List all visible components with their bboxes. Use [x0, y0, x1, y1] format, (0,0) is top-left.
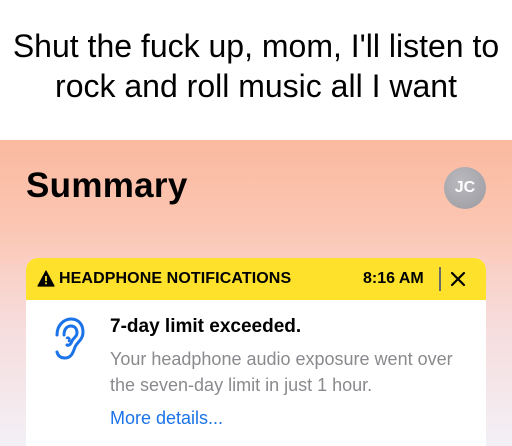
ear-icon: [55, 317, 85, 360]
notification-category: HEADPHONE NOTIFICATIONS: [59, 270, 292, 287]
page-title: Summary: [26, 166, 188, 205]
close-icon[interactable]: [448, 269, 468, 289]
more-details-link[interactable]: More details...: [110, 408, 223, 429]
notification-header: HEADPHONE NOTIFICATIONS 8:16 AM: [26, 258, 486, 300]
notification-card[interactable]: HEADPHONE NOTIFICATIONS 8:16 AM 7-day li…: [26, 258, 486, 446]
header-divider: [439, 267, 441, 291]
notification-time: 8:16 AM: [363, 270, 424, 287]
avatar-initials: JC: [454, 179, 476, 196]
notification-body: Your headphone audio exposure went over …: [110, 349, 453, 395]
summary-screen: Summary JC HEADPHONE NOTIFICATIONS 8:16 …: [0, 140, 512, 446]
caption-text: Shut the fuck up, mom, I'll listen to ro…: [12, 28, 500, 104]
meme-caption: Shut the fuck up, mom, I'll listen to ro…: [0, 0, 512, 140]
avatar[interactable]: JC: [444, 167, 486, 209]
warning-triangle-icon: [37, 270, 55, 287]
notification-title: 7-day limit exceeded.: [110, 316, 302, 337]
